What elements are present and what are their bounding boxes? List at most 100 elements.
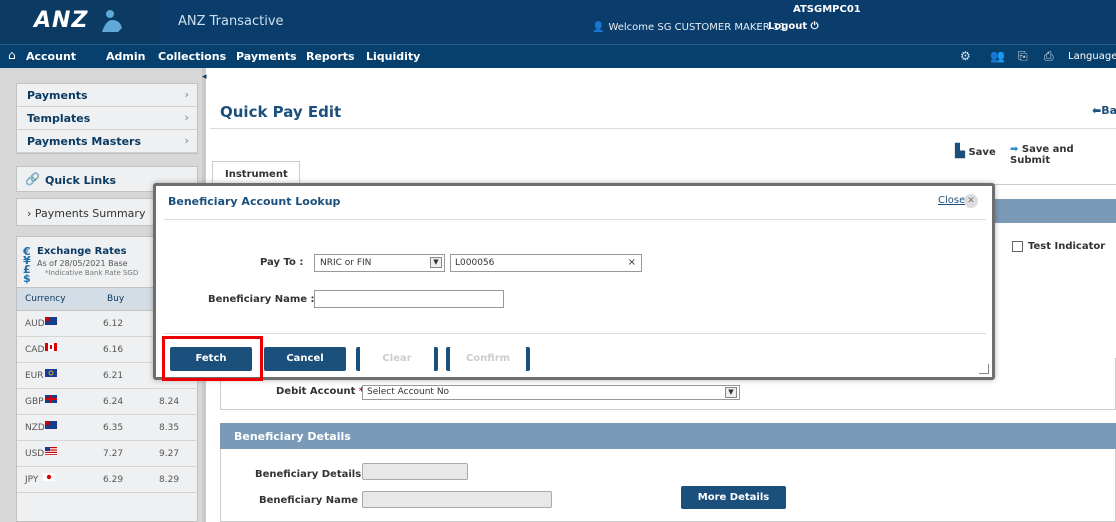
beneficiary-name-input[interactable] (314, 290, 504, 308)
fx-ccy: GBP (25, 397, 44, 407)
gb-flag-icon (45, 395, 57, 403)
dialog-title: Beneficiary Account Lookup (168, 195, 341, 208)
fx-buy: 7.27 (103, 449, 124, 459)
payments-summary-label: › Payments Summary (27, 207, 146, 220)
us-flag-icon (45, 447, 57, 455)
test-indicator-checkbox[interactable] (1012, 241, 1023, 252)
fx-buy: 6.12 (103, 319, 124, 329)
app-title: ANZ Transactive (178, 14, 284, 29)
fx-buy: 6.24 (103, 397, 124, 407)
logout-label: Logout (768, 21, 808, 32)
confirm-button[interactable]: Confirm (446, 347, 530, 371)
chevron-right-icon: › (184, 88, 189, 101)
nav-account[interactable]: Account (26, 50, 76, 63)
currency-icon: €¥ £$ (23, 245, 31, 285)
user-icon: 👤 (592, 22, 605, 33)
users-icon[interactable]: 👥 (990, 49, 1005, 63)
back-label: Bac (1101, 104, 1116, 117)
section-header-bar (993, 199, 1116, 223)
divider (164, 333, 986, 334)
collapse-arrow-icon[interactable]: ◂ (202, 72, 207, 82)
fx-row: NZD 6.35 8.35 (17, 415, 199, 441)
close-link[interactable]: Close (938, 195, 965, 206)
divider (164, 219, 986, 220)
fx-col-currency: Currency (25, 294, 66, 304)
beneficiary-details-field[interactable] (362, 463, 468, 480)
debit-account-label: Debit Account * (276, 386, 364, 397)
link-icon: 🔗 (25, 172, 40, 186)
fx-row: JPY 6.29 8.29 (17, 467, 199, 493)
pay-to-value: L000056 (455, 258, 495, 268)
chevron-down-icon[interactable]: ▼ (430, 257, 442, 268)
logo-area: ANZ (0, 0, 160, 44)
sidebar-item-label: Payments (27, 89, 88, 102)
document-icon[interactable]: ⎙ (1044, 49, 1054, 64)
nav-liquidity[interactable]: Liquidity (366, 50, 420, 63)
fx-indicative: *Indicative Bank Rate SGD (45, 269, 139, 277)
fx-sell: 8.24 (159, 397, 180, 407)
save-submit-label: Save and Submit (1010, 144, 1074, 166)
settings-icon[interactable]: ⚙ (960, 49, 971, 63)
sidebar-item-templates[interactable]: Templates › (17, 107, 197, 130)
sidebar-item-payments-masters[interactable]: Payments Masters › (17, 130, 197, 153)
beneficiary-name-field[interactable] (362, 491, 552, 508)
language-menu[interactable]: Language (1068, 51, 1116, 62)
home-icon[interactable]: ⌂ (8, 48, 16, 62)
cancel-button[interactable]: Cancel (264, 347, 346, 371)
more-details-button[interactable]: More Details (681, 486, 786, 509)
beneficiary-details-panel (220, 449, 1116, 522)
au-flag-icon (45, 317, 57, 325)
back-link[interactable]: ⬅Bac (1092, 104, 1116, 117)
sidebar-menu: Payments › Templates › Payments Masters › (16, 83, 198, 154)
test-indicator-label: Test Indicator (1028, 241, 1106, 252)
nav-payments[interactable]: Payments (236, 50, 297, 63)
power-icon: ⏻ (810, 21, 819, 32)
fetch-highlight-box (162, 336, 263, 381)
welcome-text: 👤 Welcome SG CUSTOMER MAKER 11 (592, 22, 786, 33)
sidebar-item-payments[interactable]: Payments › (17, 84, 197, 107)
fx-sell: 9.27 (159, 449, 180, 459)
pay-to-input[interactable]: L000056 × (450, 254, 642, 272)
fx-ccy: USD (25, 449, 45, 459)
welcome-label: Welcome SG CUSTOMER MAKER 11 (608, 22, 786, 33)
chevron-right-icon: › (184, 111, 189, 124)
nav-collections[interactable]: Collections (158, 50, 226, 63)
nav-reports[interactable]: Reports (306, 50, 355, 63)
anz-logo-icon (102, 10, 122, 32)
chevron-down-icon[interactable]: ▼ (725, 387, 737, 398)
fx-buy: 6.29 (103, 475, 124, 485)
eu-flag-icon (45, 369, 57, 377)
beneficiary-name-label: Beneficiary Name * (259, 495, 367, 506)
logout-button[interactable]: Logout ⏻ (768, 21, 819, 32)
clear-button[interactable]: Clear (356, 347, 438, 371)
nav-admin[interactable]: Admin (106, 50, 145, 63)
save-button[interactable]: ▙ Save (955, 144, 996, 159)
export-icon[interactable]: ⎘ (1018, 49, 1028, 64)
page-title: Quick Pay Edit (220, 103, 342, 121)
beneficiary-details-title: Beneficiary Details (234, 430, 351, 443)
payments-summary-text: Payments Summary (34, 207, 146, 220)
beneficiary-details-header (220, 423, 1116, 449)
sidebar-item-label: Templates (27, 112, 91, 125)
save-and-submit-button[interactable]: ➡ Save and Submit (1010, 144, 1116, 166)
user-id: ATSGMPC01 (793, 4, 861, 15)
fx-row: USD 7.27 9.27 (17, 441, 199, 467)
fx-ccy: JPY (25, 475, 39, 485)
fx-sell: 8.35 (159, 423, 180, 433)
fx-row: GBP 6.24 8.24 (17, 389, 199, 415)
close-icon[interactable]: ✕ (964, 194, 978, 208)
tab-instrument[interactable]: Instrument (212, 161, 300, 185)
ca-flag-icon (45, 343, 57, 351)
fx-ccy: NZD (25, 423, 45, 433)
clear-icon[interactable]: × (628, 257, 636, 268)
fx-ccy: EUR (25, 371, 44, 381)
pay-to-type-select[interactable]: NRIC or FIN ▼ (314, 254, 445, 272)
save-label: Save (968, 147, 996, 158)
beneficiary-details-label: Beneficiary Details : (255, 469, 369, 480)
fx-sell: 8.29 (159, 475, 180, 485)
sidebar-item-label: Payments Masters (27, 135, 142, 148)
top-header: ANZ ANZ Transactive ATSGMPC01 👤 Welcome S… (0, 0, 1116, 44)
resize-handle-icon[interactable] (979, 364, 989, 374)
debit-account-select[interactable]: Select Account No ▼ (362, 385, 740, 400)
fx-ccy: AUD (25, 319, 45, 329)
